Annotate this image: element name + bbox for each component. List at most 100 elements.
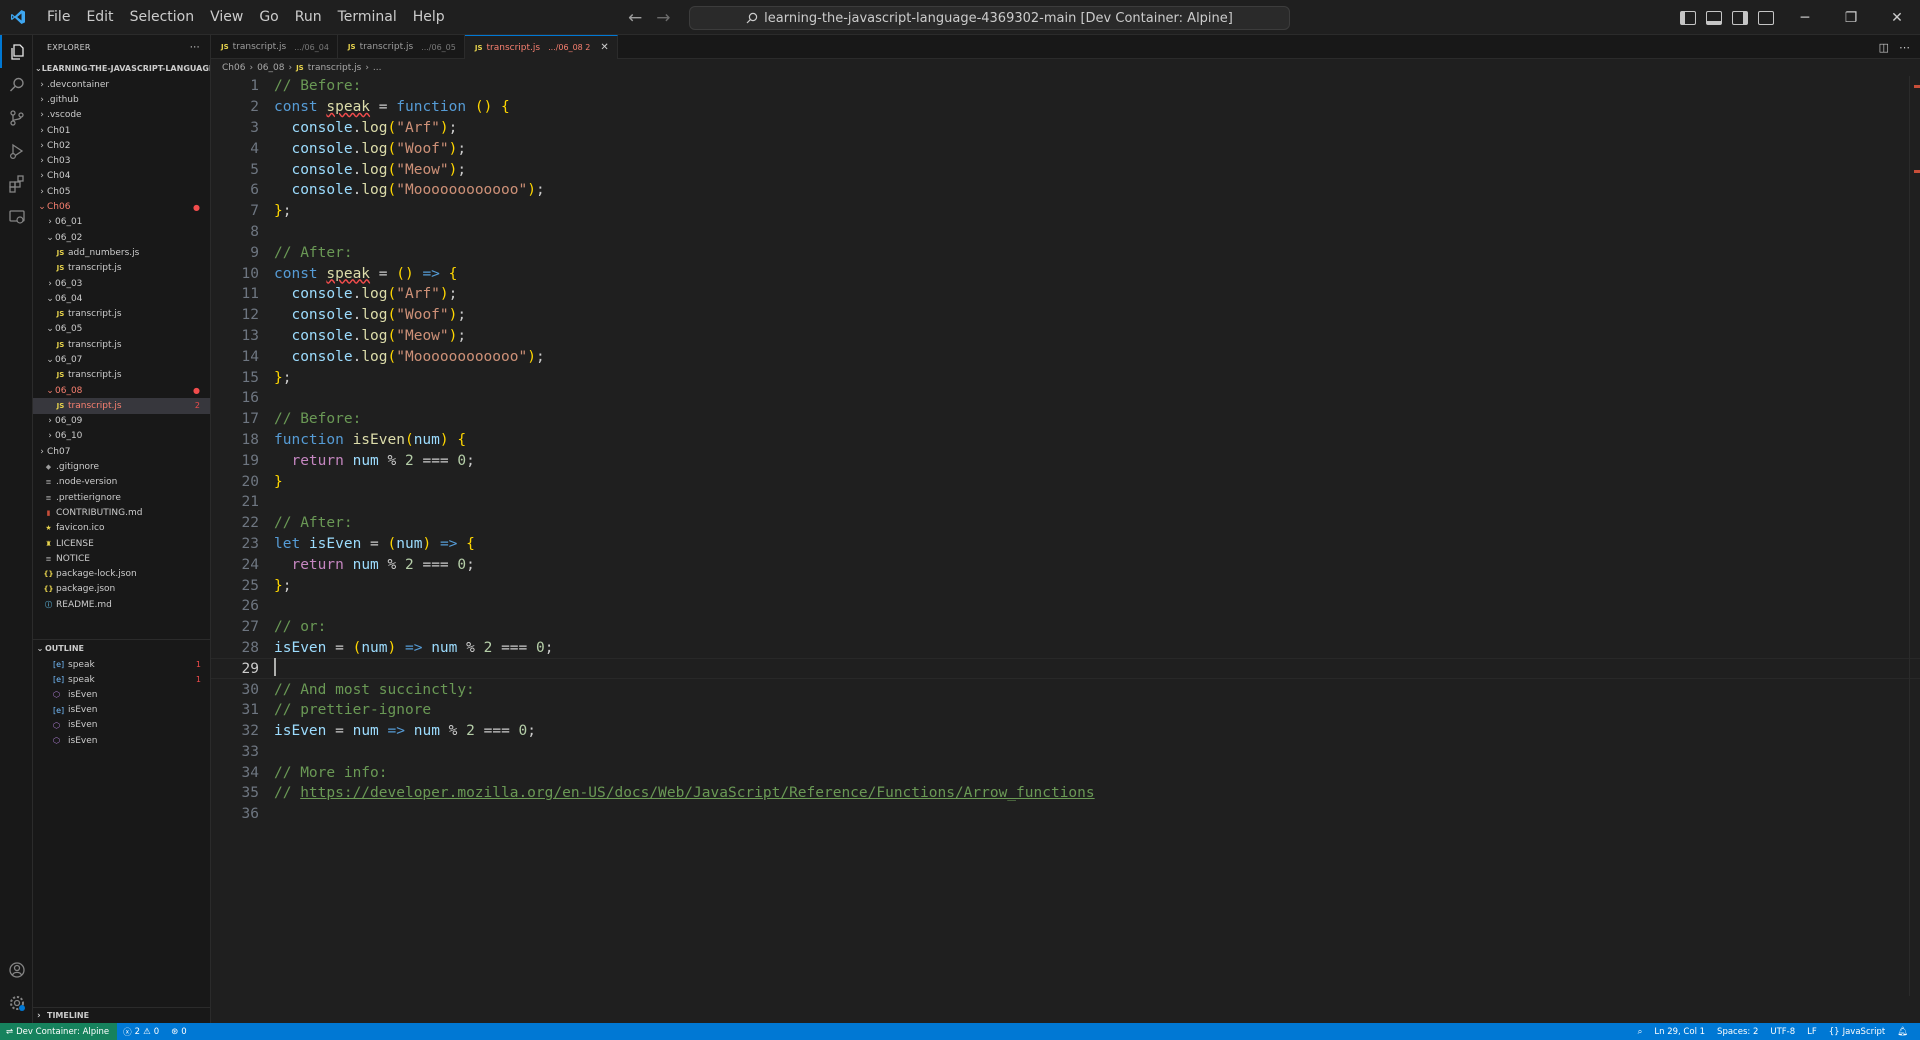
code-line[interactable]: 32 isEven = num => num % 2 === 0; (211, 721, 1920, 742)
accounts-icon[interactable] (0, 953, 33, 986)
close-icon[interactable]: ✕ (1874, 0, 1920, 35)
menu-help[interactable]: Help (405, 0, 453, 35)
code-line[interactable]: 34 // More info: (211, 762, 1920, 783)
tree-folder-06-03[interactable]: › 06_03 (33, 276, 210, 291)
tree-folder-ch03[interactable]: › Ch03 (33, 153, 210, 168)
code-line[interactable]: 21 (211, 492, 1920, 513)
outline-item-iseven[interactable]: [e] isEven (33, 703, 210, 718)
breadcrumb-item[interactable]: 06_08 (257, 63, 284, 73)
tab-transcript-06-04[interactable]: JS transcript.js .../06_04 (211, 35, 338, 59)
code-line[interactable]: 4 console.log("Woof"); (211, 138, 1920, 159)
cursor-position[interactable]: Ln 29, Col 1 (1648, 1027, 1711, 1037)
tree-file-node-version[interactable]: ≡ .node-version (33, 475, 210, 490)
tab-transcript-06-08[interactable]: JS transcript.js .../06_08 2 ✕ (464, 35, 618, 59)
remote-indicator[interactable]: ⇌ Dev Container: Alpine (0, 1023, 118, 1040)
code-line[interactable]: 22 // After: (211, 513, 1920, 534)
run-and-debug-icon[interactable] (0, 134, 33, 167)
explorer-root-folder[interactable]: ⌄ LEARNING-THE-JAVASCRIPT-LANGUAGE-4... (33, 59, 210, 77)
code-line[interactable]: 11 console.log("Arf"); (211, 284, 1920, 305)
restore-icon[interactable]: ❐ (1828, 0, 1874, 35)
notifications-bell-icon[interactable]: 🔔︎ (1891, 1027, 1914, 1037)
outline-header[interactable]: ⌄ OUTLINE (33, 639, 210, 657)
tree-folder-06-02[interactable]: ⌄ 06_02 (33, 230, 210, 245)
minimize-icon[interactable]: ─ (1782, 0, 1828, 35)
tree-file-favicon[interactable]: ★ favicon.ico (33, 521, 210, 536)
tree-file-prettierignore[interactable]: ≡ .prettierignore (33, 490, 210, 505)
tree-folder-06-10[interactable]: › 06_10 (33, 429, 210, 444)
tree-file-gitignore[interactable]: ◆ .gitignore (33, 459, 210, 474)
source-control-icon[interactable] (0, 101, 33, 134)
tree-file-add-numbers[interactable]: JS add_numbers.js (33, 245, 210, 260)
code-line[interactable]: 2 const speak = function () { (211, 97, 1920, 118)
toggle-secondary-sidebar-icon[interactable] (1732, 10, 1748, 25)
code-line[interactable]: 24 return num % 2 === 0; (211, 554, 1920, 575)
tree-file-package-json[interactable]: {} package.json (33, 582, 210, 597)
code-line[interactable]: 25}; (211, 575, 1920, 596)
tree-file-transcript-06-08[interactable]: JS transcript.js 2 (33, 398, 210, 414)
indentation[interactable]: Spaces: 2 (1711, 1027, 1764, 1037)
code-line[interactable]: 19 return num % 2 === 0; (211, 450, 1920, 471)
tree-file-notice[interactable]: ≡ NOTICE (33, 551, 210, 566)
tree-folder-devcontainer[interactable]: › .devcontainer (33, 77, 210, 92)
toggle-panel-icon[interactable] (1706, 10, 1722, 25)
problems-indicator[interactable]: ⓧ 2 ⚠ 0 (117, 1026, 165, 1038)
tree-file-license[interactable]: ♜ LICENSE (33, 536, 210, 551)
tree-file-transcript-06-02[interactable]: JS transcript.js (33, 261, 210, 276)
language-mode[interactable]: {} JavaScript (1823, 1027, 1891, 1037)
tree-file-readme[interactable]: ⓘ README.md (33, 597, 210, 612)
code-line[interactable]: 31 // prettier-ignore (211, 700, 1920, 721)
code-line[interactable]: 5 console.log("Meow"); (211, 159, 1920, 180)
tree-file-transcript-06-05[interactable]: JS transcript.js (33, 337, 210, 352)
tree-file-transcript-06-07[interactable]: JS transcript.js (33, 368, 210, 383)
code-line[interactable]: 13 console.log("Meow"); (211, 326, 1920, 347)
code-line[interactable]: 35 // https://developer.mozilla.org/en-US… (211, 783, 1920, 804)
tree-folder-ch04[interactable]: › Ch04 (33, 169, 210, 184)
tree-folder-06-05[interactable]: ⌄ 06_05 (33, 322, 210, 337)
forward-arrow-icon[interactable]: → (656, 8, 670, 28)
more-actions-icon[interactable]: ⋯ (190, 42, 200, 53)
toggle-primary-sidebar-icon[interactable] (1680, 10, 1696, 25)
breadcrumb-item[interactable]: ... (373, 63, 382, 73)
breadcrumb-item[interactable]: transcript.js (308, 63, 362, 73)
encoding[interactable]: UTF-8 (1764, 1027, 1801, 1037)
code-editor[interactable]: 1 // Before: 2 const speak = function () {3… (211, 76, 1920, 825)
menu-go[interactable]: Go (251, 0, 286, 35)
outline-item-iseven[interactable]: ⬡ isEven (33, 718, 210, 733)
code-line[interactable]: 20} (211, 471, 1920, 492)
code-line[interactable]: 7}; (211, 201, 1920, 222)
code-line[interactable]: 28 isEven = (num) => num % 2 === 0; (211, 638, 1920, 659)
code-line[interactable]: 6 console.log("Moooooooooooo"); (211, 180, 1920, 201)
code-line[interactable]: 29 (211, 657, 1920, 680)
menu-run[interactable]: Run (287, 0, 330, 35)
code-line[interactable]: 27 // or: (211, 617, 1920, 638)
command-center[interactable]: learning-the-javascript-language-4369302… (689, 6, 1290, 30)
outline-item-speak[interactable]: [e] speak 1 (33, 657, 210, 672)
tree-file-contributing[interactable]: ▮ CONTRIBUTING.md (33, 505, 210, 520)
explorer-icon[interactable] (0, 35, 33, 68)
code-line[interactable]: 8 (211, 222, 1920, 243)
code-line[interactable]: 9 // After: (211, 242, 1920, 263)
search-icon[interactable] (0, 68, 33, 101)
tree-folder-ch01[interactable]: › Ch01 (33, 123, 210, 138)
code-line[interactable]: 16 (211, 388, 1920, 409)
tree-folder-ch06[interactable]: ⌄ Ch06 ● (33, 199, 210, 214)
tree-file-package-lock[interactable]: {} package-lock.json (33, 567, 210, 582)
code-line[interactable]: 18 function isEven(num) { (211, 430, 1920, 451)
tree-folder-ch02[interactable]: › Ch02 (33, 138, 210, 153)
ports-indicator[interactable]: ⊛ 0 (165, 1027, 193, 1037)
remote-explorer-icon[interactable] (0, 200, 33, 233)
zoom-icon[interactable]: ⌕ (1632, 1027, 1649, 1037)
outline-item-speak[interactable]: [e] speak 1 (33, 672, 210, 687)
code-line[interactable]: 26 (211, 596, 1920, 617)
code-line[interactable]: 10 const speak = () => { (211, 263, 1920, 284)
menu-file[interactable]: File (39, 0, 78, 35)
manage-gear-icon[interactable] (0, 986, 33, 1019)
tree-folder-06-07[interactable]: ⌄ 06_07 (33, 352, 210, 367)
breadcrumb-item[interactable]: Ch06 (222, 63, 245, 73)
menu-selection[interactable]: Selection (122, 0, 203, 35)
code-line[interactable]: 30 // And most succinctly: (211, 679, 1920, 700)
tree-folder-vscode[interactable]: › .vscode (33, 108, 210, 123)
tree-folder-ch07[interactable]: › Ch07 (33, 444, 210, 459)
tab-transcript-06-05[interactable]: JS transcript.js .../06_05 (338, 35, 465, 59)
customize-layout-icon[interactable] (1758, 10, 1774, 25)
